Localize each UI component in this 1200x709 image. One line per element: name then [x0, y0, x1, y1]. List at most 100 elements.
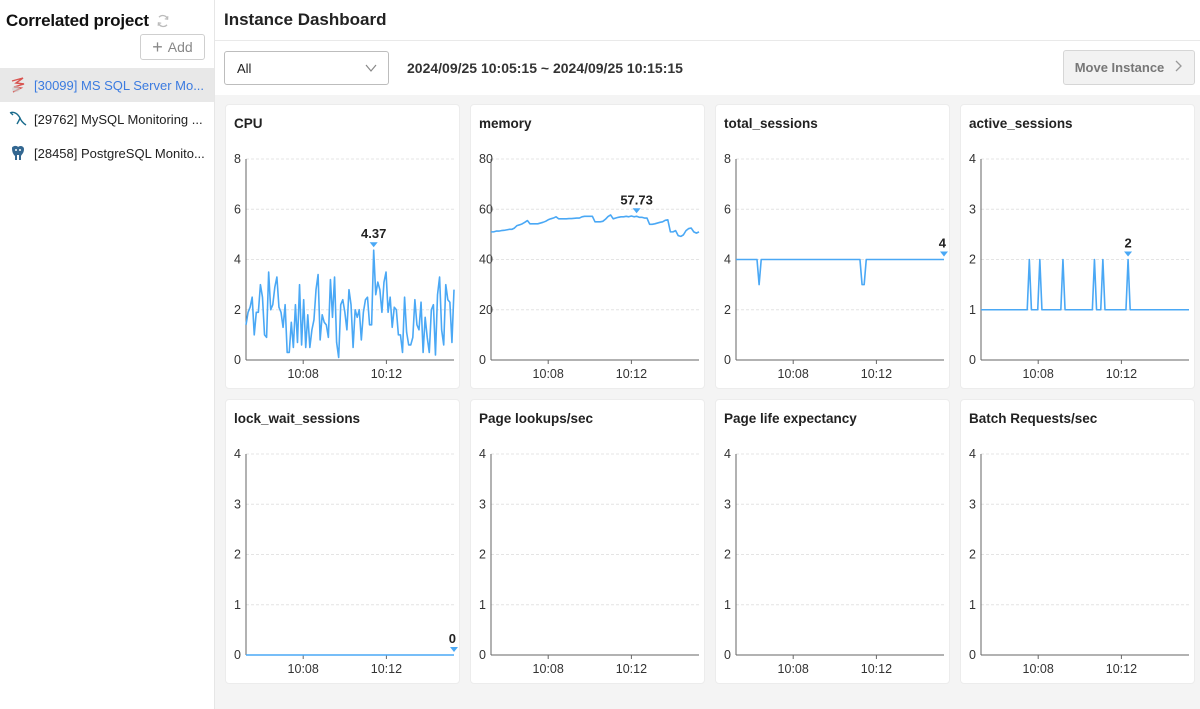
y-tick-label: 0	[969, 353, 976, 367]
x-tick-label: 10:08	[533, 662, 564, 676]
y-tick-label: 4	[479, 447, 486, 461]
postgresql-icon	[8, 143, 28, 163]
max-label: 2	[1124, 236, 1131, 251]
y-tick-label: 8	[724, 152, 731, 166]
project-label: [29762] MySQL Monitoring ...	[34, 111, 203, 127]
chevron-right-icon	[1174, 59, 1183, 76]
y-tick-label: 2	[724, 548, 731, 562]
chart-page-lookups[interactable]: 0 1 2 3 4 10:08 10:12	[471, 400, 706, 685]
instance-select[interactable]: All	[224, 51, 389, 85]
max-marker	[1124, 251, 1133, 257]
x-tick-label: 10:08	[288, 367, 319, 381]
mssql-icon	[8, 75, 28, 95]
time-range: 2024/09/25 10:05:15 ~ 2024/09/25 10:15:1…	[407, 60, 683, 76]
mysql-icon	[8, 109, 28, 129]
chevron-down-icon	[364, 61, 378, 75]
y-tick-label: 8	[234, 152, 241, 166]
y-tick-label: 0	[724, 353, 731, 367]
series-line	[736, 258, 944, 286]
y-tick-label: 2	[234, 548, 241, 562]
y-tick-label: 0	[479, 353, 486, 367]
y-tick-label: 0	[234, 353, 241, 367]
move-instance-label: Move Instance	[1074, 60, 1165, 75]
x-tick-label: 10:08	[778, 367, 809, 381]
x-tick-label: 10:12	[861, 367, 892, 381]
chart-card-lock-wait-sessions: lock_wait_sessions 0 1 2 3 4 10:08 10:12 0	[225, 399, 460, 684]
series-line	[245, 249, 455, 359]
max-marker	[940, 251, 948, 257]
sidebar: Correlated project + Add [30099] MS SQL …	[0, 0, 215, 709]
y-tick-label: 6	[234, 202, 241, 216]
y-tick-label: 3	[969, 202, 976, 216]
x-tick-label: 10:12	[616, 662, 647, 676]
refresh-icon[interactable]	[156, 14, 170, 28]
x-tick-label: 10:12	[861, 662, 892, 676]
sidebar-title: Correlated project	[6, 11, 149, 30]
chart-active-sessions[interactable]: 0 1 2 3 4 10:08 10:12 2	[961, 105, 1196, 390]
sidebar-header: Correlated project	[0, 0, 214, 32]
project-item-28458[interactable]: [28458] PostgreSQL Monito...	[0, 136, 214, 170]
y-tick-label: 0	[479, 648, 486, 662]
chart-card-memory: memory 0 20 40 60 80 10:08 10:12 57.73	[470, 104, 705, 389]
instance-select-value: All	[237, 60, 252, 76]
x-tick-label: 10:08	[778, 662, 809, 676]
x-tick-label: 10:12	[616, 367, 647, 381]
chart-batch-requests[interactable]: 0 1 2 3 4 10:08 10:12	[961, 400, 1196, 685]
y-tick-label: 4	[969, 447, 976, 461]
max-label: 4	[939, 236, 947, 251]
y-tick-label: 2	[969, 253, 976, 267]
y-tick-label: 4	[234, 253, 241, 267]
max-label: 4.37	[361, 226, 386, 241]
y-tick-label: 1	[969, 598, 976, 612]
y-tick-label: 2	[724, 303, 731, 317]
toolbar: All 2024/09/25 10:05:15 ~ 2024/09/25 10:…	[215, 41, 1200, 95]
x-tick-label: 10:12	[1106, 367, 1137, 381]
x-tick-label: 10:08	[1023, 367, 1054, 381]
y-tick-label: 1	[479, 598, 486, 612]
max-label: 0	[449, 631, 456, 646]
y-tick-label: 0	[724, 648, 731, 662]
x-tick-label: 10:08	[1023, 662, 1054, 676]
y-tick-label: 0	[969, 648, 976, 662]
project-label: [30099] MS SQL Server Mo...	[34, 77, 205, 93]
y-tick-label: 1	[724, 598, 731, 612]
project-item-30099[interactable]: [30099] MS SQL Server Mo...	[0, 68, 214, 102]
y-tick-label: 2	[234, 303, 241, 317]
x-tick-label: 10:12	[1106, 662, 1137, 676]
chart-page-life-expectancy[interactable]: 0 1 2 3 4 10:08 10:12	[716, 400, 951, 685]
chart-card-page-lookups: Page lookups/sec 0 1 2 3 4 10:08 10:12	[470, 399, 705, 684]
project-list: [30099] MS SQL Server Mo... [29762] MySQ…	[0, 68, 214, 170]
y-tick-label: 4	[969, 152, 976, 166]
page-header: Instance Dashboard	[215, 0, 1200, 41]
chart-memory[interactable]: 02040608010:08 10:1257.73	[471, 105, 706, 390]
series-line	[981, 258, 1189, 311]
project-item-29762[interactable]: [29762] MySQL Monitoring ...	[0, 102, 214, 136]
max-label: 57.73	[620, 192, 653, 207]
move-instance-button[interactable]: Move Instance	[1063, 50, 1195, 85]
chart-cpu[interactable]: 0 2 4 6 8 10:08 10:12 4.37	[226, 105, 461, 390]
y-tick-label: 3	[479, 497, 486, 511]
app-root: Correlated project + Add [30099] MS SQL …	[0, 0, 1200, 709]
chart-lock-wait-sessions[interactable]: 0 1 2 3 4 10:08 10:12 0	[226, 400, 461, 685]
chart-card-batch-requests: Batch Requests/sec 0 1 2 3 4 10:08 10:12	[960, 399, 1195, 684]
x-tick-label: 10:08	[533, 367, 564, 381]
y-tick-label: 1	[234, 598, 241, 612]
x-tick-label: 10:08	[288, 662, 319, 676]
y-tick-label: 6	[724, 202, 731, 216]
chart-grid: CPU 0 2 4 6 8 10:08 10:12 4.37 memory 0 20 40 60 80 10…	[215, 95, 1200, 709]
y-tick-label: 2	[479, 548, 486, 562]
x-tick-label: 10:12	[371, 662, 402, 676]
chart-card-page-life-expectancy: Page life expectancy 0 1 2 3 4 10:08 10:12	[715, 399, 950, 684]
plus-icon: +	[152, 37, 163, 57]
chart-card-cpu: CPU 0 2 4 6 8 10:08 10:12 4.37	[225, 104, 460, 389]
y-tick-label: 4	[724, 447, 731, 461]
add-project-label: Add	[167, 39, 193, 55]
x-tick-label: 10:12	[371, 367, 402, 381]
page-title: Instance Dashboard	[224, 10, 387, 29]
y-tick-label: 4	[724, 253, 731, 267]
y-tick-label: 3	[724, 497, 731, 511]
add-project-button[interactable]: + Add	[140, 34, 205, 60]
main-panel: Instance Dashboard All 2024/09/25 10:05:…	[215, 0, 1200, 709]
max-marker	[369, 242, 378, 248]
chart-total-sessions[interactable]: 0 2 4 6 8 10:08 10:12 4	[716, 105, 951, 390]
